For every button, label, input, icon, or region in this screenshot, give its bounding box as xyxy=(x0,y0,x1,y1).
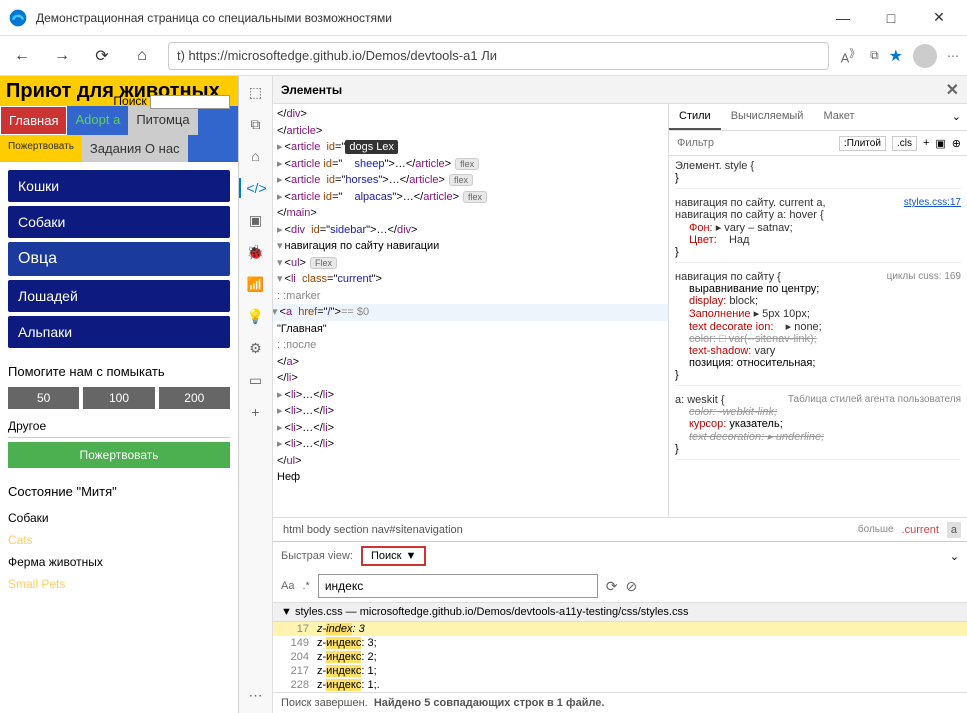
tab-computed[interactable]: Вычисляемый xyxy=(721,104,814,130)
sidebar-sheep[interactable]: Овца xyxy=(8,242,230,276)
more-tools-icon[interactable]: ⋯ xyxy=(246,685,266,705)
status-dogs[interactable]: Собаки xyxy=(8,507,230,529)
welcome-icon[interactable]: ⌂ xyxy=(246,146,266,166)
add-tool-icon[interactable]: + xyxy=(246,402,266,422)
panel-title: Элементы xyxy=(281,83,342,97)
home-button[interactable]: ⌂ xyxy=(128,42,156,70)
address-bar[interactable]: t) https://microsoftedge.github.io/Demos… xyxy=(168,42,829,70)
expand-icon[interactable]: ⌄ xyxy=(946,104,967,130)
network-icon[interactable]: 📶 xyxy=(246,274,266,294)
stylesheet-link[interactable]: styles.css:17 xyxy=(904,197,961,208)
donate-heading: Помогите нам с помыкать xyxy=(8,364,230,379)
nav-tasks[interactable]: Задания О нас xyxy=(82,135,188,162)
minimize-button[interactable]: — xyxy=(831,6,855,30)
page-nav: Главная Adopt a Питомца Пожертвовать Зад… xyxy=(0,106,238,162)
status-small[interactable]: Small Pets xyxy=(8,573,230,595)
elements-tree[interactable]: </div> </article> ▸<article id="dogs Lex… xyxy=(273,104,669,517)
devtools-rail: ⬚ ⧉ ⌂ </> ▣ 🐞 📶 💡 ⚙ ▭ + ⋯ xyxy=(239,76,273,713)
application-icon[interactable]: ▭ xyxy=(246,370,266,390)
search-result-line[interactable]: 228z-индекс: 1;. xyxy=(273,678,967,692)
profile-avatar[interactable] xyxy=(913,44,937,68)
donate-200[interactable]: 200 xyxy=(159,387,230,409)
maximize-button[interactable]: □ xyxy=(879,6,903,30)
sources-icon[interactable]: 🐞 xyxy=(246,242,266,262)
nav-adopt[interactable]: Adopt a xyxy=(67,106,128,135)
status-cats[interactable]: Cats xyxy=(8,529,230,551)
sidebar-horses[interactable]: Лошадей xyxy=(8,280,230,312)
collections-icon[interactable]: ⧉ xyxy=(870,48,879,63)
close-window-button[interactable]: ✕ xyxy=(927,6,951,30)
drawer-search-input[interactable] xyxy=(318,574,598,598)
search-clear-icon[interactable]: ⊘ xyxy=(626,578,638,595)
read-aloud-icon[interactable]: A》 xyxy=(841,45,861,65)
case-option[interactable]: Aa xyxy=(281,580,294,592)
regex-option[interactable]: .* xyxy=(302,580,309,592)
donate-other[interactable]: Другое xyxy=(8,415,230,438)
computed-icon[interactable]: ▣ xyxy=(935,137,945,150)
quickview-label: Быстрая view: xyxy=(281,550,353,562)
search-label: Поиск xyxy=(113,94,146,108)
status-heading: Состояние "Митя" xyxy=(8,484,230,499)
tab-styles[interactable]: Стили xyxy=(669,104,721,130)
forward-button[interactable]: → xyxy=(48,42,76,70)
result-file-header[interactable]: ▼ styles.css — microsoftedge.github.io/D… xyxy=(273,602,967,622)
page-search-input[interactable] xyxy=(150,95,230,109)
drawer-collapse[interactable]: ⌄ xyxy=(950,550,959,563)
close-devtools-button[interactable]: ✕ xyxy=(946,80,959,100)
cls-chip[interactable]: .cls xyxy=(892,136,917,151)
edge-icon xyxy=(8,8,28,28)
more-button[interactable]: ⋯ xyxy=(947,49,959,63)
search-refresh-icon[interactable]: ⟳ xyxy=(606,578,618,595)
nav-donate[interactable]: Пожертвовать xyxy=(0,135,82,162)
webpage-content: Приют для животных Поиск Главная Adopt a… xyxy=(0,76,238,713)
search-result-line[interactable]: 149z-индекс: 3; xyxy=(273,636,967,650)
element-breadcrumbs[interactable]: html body section nav#sitenavigation бол… xyxy=(273,517,967,541)
styles-filter-input[interactable] xyxy=(675,135,833,151)
favorite-icon[interactable]: ★ xyxy=(889,46,903,66)
donate-100[interactable]: 100 xyxy=(83,387,154,409)
search-result-line[interactable]: 204z-индекс: 2; xyxy=(273,650,967,664)
elements-icon[interactable]: </> xyxy=(239,178,272,198)
styles-pane: Стили Вычисляемый Макет ⌄ :Плитой .cls +… xyxy=(669,104,967,517)
inspect-icon[interactable]: ⬚ xyxy=(246,82,266,102)
nav-pet[interactable]: Питомца xyxy=(128,106,197,135)
devtools-panel: ⬚ ⧉ ⌂ </> ▣ 🐞 📶 💡 ⚙ ▭ + ⋯ Элементы ✕ </d… xyxy=(238,76,967,713)
console-icon[interactable]: ▣ xyxy=(246,210,266,230)
devtools-drawer: Быстрая view: Поиск ▼ ⌄ Aa .* ⟳ ⊘ ▼ styl… xyxy=(273,541,967,713)
nav-main[interactable]: Главная xyxy=(0,106,67,135)
refresh-button[interactable]: ⟳ xyxy=(88,42,116,70)
sidebar-dogs[interactable]: Собаки xyxy=(8,206,230,238)
sidebar-alpacas[interactable]: Альпаки xyxy=(8,316,230,348)
search-results: ▼ styles.css — microsoftedge.github.io/D… xyxy=(273,602,967,692)
device-icon[interactable]: ⧉ xyxy=(246,114,266,134)
tab-layout[interactable]: Макет xyxy=(813,104,864,130)
hover-chip[interactable]: :Плитой xyxy=(839,136,886,151)
devtools-header: Элементы ✕ xyxy=(273,76,967,104)
new-rule-icon[interactable]: + xyxy=(923,137,929,149)
donate-button[interactable]: Пожертвовать xyxy=(8,442,230,468)
donate-50[interactable]: 50 xyxy=(8,387,79,409)
search-status: Поиск завершен. Найдено 5 совпадающих ст… xyxy=(273,692,967,713)
back-button[interactable]: ← xyxy=(8,42,36,70)
search-result-line[interactable]: 217z-индекс: 1; xyxy=(273,664,967,678)
sidebar-cats[interactable]: Кошки xyxy=(8,170,230,202)
browser-toolbar: ← → ⟳ ⌂ t) https://microsoftedge.github.… xyxy=(0,36,967,76)
more-styles-icon[interactable]: ⊕ xyxy=(952,137,961,150)
memory-icon[interactable]: ⚙ xyxy=(246,338,266,358)
window-title: Демонстрационная страница со специальным… xyxy=(36,11,831,25)
status-farm[interactable]: Ферма животных xyxy=(8,551,230,573)
performance-icon[interactable]: 💡 xyxy=(246,306,266,326)
quickview-select[interactable]: Поиск ▼ xyxy=(361,546,426,566)
browser-titlebar: Демонстрационная страница со специальным… xyxy=(0,0,967,36)
search-result-line[interactable]: 17z-index: 3 xyxy=(273,622,967,636)
